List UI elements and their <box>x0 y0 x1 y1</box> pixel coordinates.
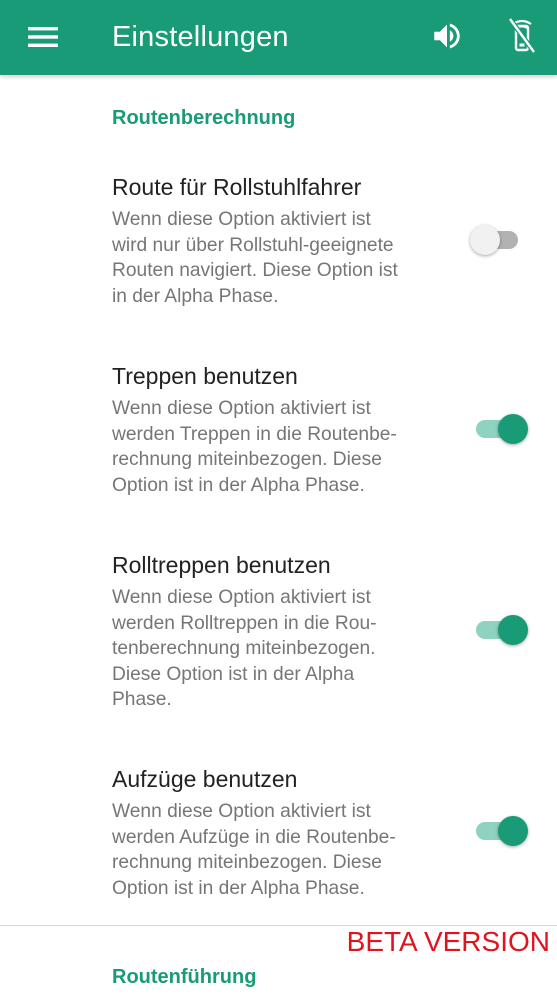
pref-summary: Wenn diese Option aktiviert ist werden A… <box>112 799 442 901</box>
pref-summary: Wenn diese Option aktiviert ist werden T… <box>112 396 442 498</box>
summary-line: Routen navigiert. Diese Option ist <box>112 260 398 281</box>
summary-line: Phase. <box>112 689 172 710</box>
summary-line: rechnung miteinbezogen. Diese <box>112 852 382 873</box>
volume-up-icon <box>434 23 460 49</box>
summary-line: Option ist in der Alpha Phase. <box>112 474 365 496</box>
menu-button[interactable] <box>20 14 66 60</box>
section-header-routenfuehrung: Routenführung <box>112 966 257 988</box>
switch-thumb <box>470 225 500 255</box>
summary-line: Diese Option ist in der Alpha <box>112 663 355 685</box>
switch-thumb <box>498 816 528 846</box>
summary-line: tenberechnung miteinbezogen. <box>112 638 376 659</box>
summary-line: werden Treppen in die Routenbe- <box>112 423 397 445</box>
sound-button[interactable] <box>423 12 471 60</box>
pref-rolltreppen[interactable]: Rolltreppen benutzen Wenn diese Option a… <box>0 552 557 717</box>
beta-version-label: BETA VERSION <box>346 926 550 957</box>
pref-summary: Wenn diese Option aktiviert ist wird nur… <box>112 207 442 309</box>
toggle-rolltreppen[interactable] <box>470 612 530 648</box>
summary-line: Wenn diese Option aktiviert ist <box>112 209 371 230</box>
toggle-aufzuege[interactable] <box>470 813 530 849</box>
summary-line: werden Rolltreppen in die Rou- <box>112 612 377 634</box>
menu-icon <box>28 27 58 47</box>
phone-disabled-icon <box>507 17 537 54</box>
pref-aufzuege[interactable]: Aufzüge benutzen Wenn diese Option aktiv… <box>0 766 557 906</box>
summary-line: werden Aufzüge in die Routenbe- <box>112 826 396 848</box>
toggle-treppen[interactable] <box>470 411 530 447</box>
pref-title: Treppen benutzen <box>112 363 298 389</box>
app-bar: Einstellungen <box>0 0 557 75</box>
summary-line: Wenn diese Option aktiviert ist <box>112 398 371 419</box>
summary-line: wird nur über Rollstuhl-geeignete <box>112 234 394 256</box>
disable-button[interactable] <box>498 10 546 60</box>
pref-treppen[interactable]: Treppen benutzen Wenn diese Option aktiv… <box>0 363 557 503</box>
pref-title: Rolltreppen benutzen <box>112 552 331 578</box>
summary-line: Option ist in der Alpha Phase. <box>112 877 365 899</box>
pref-summary: Wenn diese Option aktiviert ist werden R… <box>112 585 442 713</box>
switch-thumb <box>498 615 528 645</box>
summary-line: Wenn diese Option aktiviert ist <box>112 801 371 822</box>
pref-title: Aufzüge benutzen <box>112 766 298 792</box>
pref-title: Route für Rollstuhlfahrer <box>112 174 362 200</box>
section-header-routenberechnung: Routenberechnung <box>112 107 296 129</box>
summary-line: Wenn diese Option aktiviert ist <box>112 587 371 608</box>
switch-thumb <box>498 414 528 444</box>
toggle-rollstuhl[interactable] <box>470 222 530 258</box>
summary-line: rechnung miteinbezogen. Diese <box>112 449 382 470</box>
page-title: Einstellungen <box>112 21 289 53</box>
summary-line: in der Alpha Phase. <box>112 285 279 307</box>
pref-rollstuhl[interactable]: Route für Rollstuhlfahrer Wenn diese Opt… <box>0 174 557 314</box>
